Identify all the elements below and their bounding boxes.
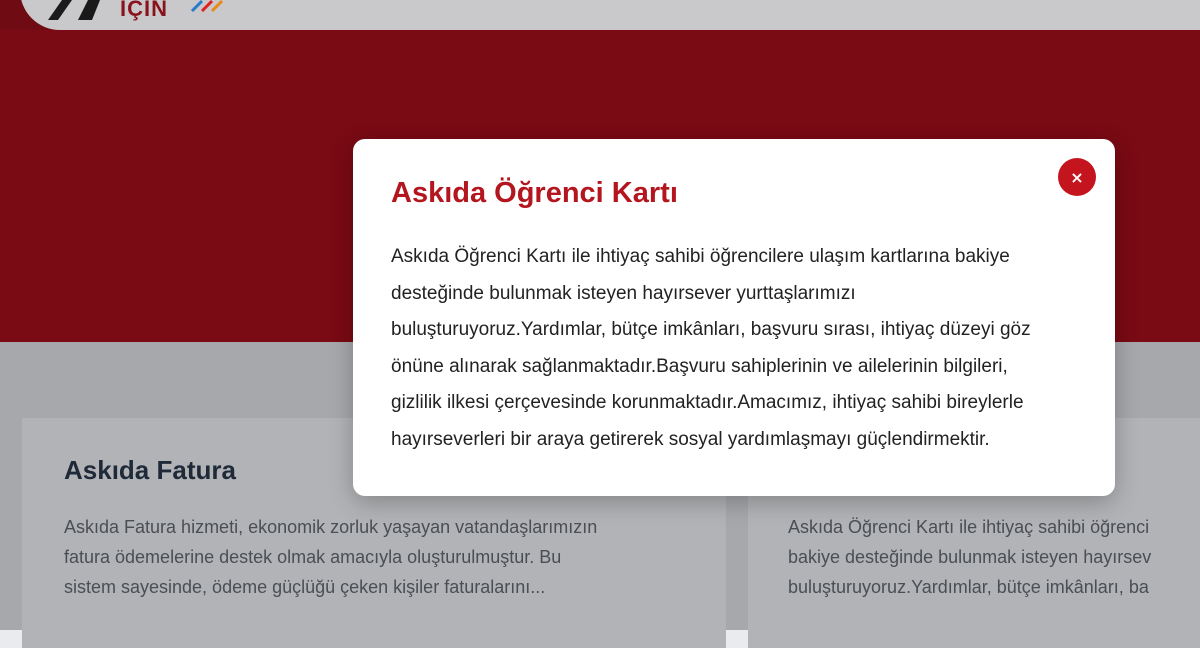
card-text-line: Askıda Öğrenci Kartı ile ihtiyaç sahibi … [788, 517, 1150, 537]
close-button[interactable]: × [1058, 158, 1096, 196]
card-text-line: bakiye desteğinde bulunmak isteyen hayır… [788, 547, 1152, 567]
card-description: Askıda Öğrenci Kartı ile ihtiyaç sahibi … [788, 512, 1200, 602]
card-text-line: sistem sayesinde, ödeme güçlüğü çeken ki… [64, 577, 546, 597]
modal-body-line: desteğinde bulunmak isteyen hayırsever y… [391, 282, 856, 304]
modal-body-line: Askıda Öğrenci Kartı ile ihtiyaç sahibi … [391, 246, 1010, 267]
card-text-line: Askıda Fatura hizmeti, ekonomik zorluk y… [64, 517, 598, 537]
modal-body-line: buluşturuyoruz.Yardımlar, bütçe imkânlar… [391, 319, 1031, 340]
card-text-line: buluşturuyoruz.Yardımlar, bütçe imkânlar… [788, 577, 1149, 597]
close-icon: × [1070, 167, 1084, 187]
modal-body: Askıda Öğrenci Kartı ile ihtiyaç sahibi … [391, 239, 1091, 458]
logo-icon [48, 0, 100, 20]
logo-stripes-icon [190, 0, 224, 12]
card-description: Askıda Fatura hizmeti, ekonomik zorluk y… [64, 512, 714, 602]
modal-body-line: hayırseverleri bir araya getirerek sosya… [391, 428, 990, 450]
card-title: Askıda Fatura [64, 455, 236, 485]
logo-text: İÇİN [120, 0, 168, 21]
info-modal: Askıda Öğrenci Kartı × Askıda Öğrenci Ka… [353, 139, 1115, 496]
modal-title: Askıda Öğrenci Kartı [391, 177, 678, 209]
modal-body-line: önüne alınarak sağlanmaktadır.Başvuru sa… [391, 355, 1008, 377]
card-text-line: fatura ödemelerine destek olmak amacıyla… [64, 547, 562, 567]
modal-body-line: gizlilik ilkesi çerçevesinde korunmaktad… [391, 392, 1024, 413]
